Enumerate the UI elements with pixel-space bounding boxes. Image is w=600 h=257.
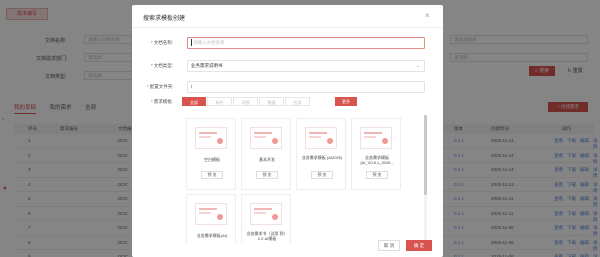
template-name: 空白模板 (204, 157, 220, 162)
category-tab-detail[interactable]: 详细 (233, 97, 258, 106)
create-from-template-dialog: 搜索求模板创建 × *文档名称: 请输入文档名称 *文档类型: 业务需求说明书 ⌄… (132, 5, 443, 257)
template-thumbnail (250, 203, 282, 225)
template-card[interactable]: 业务需求书（试用 到）2.0 AI模板预 览 (241, 194, 291, 243)
template-card[interactable]: 业务需求模板(AI)预 览 (186, 194, 236, 243)
template-card[interactable]: 基本开发预 览 (241, 118, 291, 190)
chevron-down-icon: ⌄ (415, 63, 420, 69)
template-card[interactable]: 空白模板预 览 (186, 118, 236, 190)
scrollbar-thumb[interactable] (424, 115, 427, 195)
save-path-label: *配置文件夹: (147, 84, 174, 89)
preview-button[interactable]: 预 览 (311, 171, 333, 179)
doc-name-label: *文档名称: (151, 40, 174, 45)
template-thumbnail (250, 127, 282, 149)
more-categories-button[interactable]: 更多 (335, 97, 357, 106)
style-label: *需求模板: (151, 99, 174, 104)
text-cursor (191, 39, 192, 47)
template-grid: 空白模板预 览基本开发预 览业务需求模板 (AI2025) 预 览业务需求模板 (… (182, 112, 429, 243)
template-name: 业务需求书（试用 到）2.0 AI模板 (246, 231, 288, 241)
divider (132, 27, 443, 28)
template-name: 业务需求模板(AI) (196, 233, 228, 238)
template-card[interactable]: 业务需求模板 (AI2025) 预 览 (296, 118, 346, 190)
confirm-button[interactable]: 确 定 (406, 240, 432, 251)
category-tab-app[interactable]: 应用 (285, 97, 310, 106)
preview-button[interactable]: 预 览 (256, 171, 278, 179)
preview-button[interactable]: 预 览 (201, 171, 223, 179)
doc-type-select[interactable]: 业务需求说明书 ⌄ (187, 60, 425, 72)
cancel-button[interactable]: 取 消 (378, 240, 400, 251)
category-tab-software[interactable]: 软件 (207, 97, 232, 106)
dialog-title: 搜索求模板创建 (143, 16, 186, 22)
template-grid-scrollbar[interactable] (424, 115, 427, 241)
doc-name-input[interactable]: 请输入文档名称 (187, 37, 425, 49)
category-tab-all[interactable]: 全部 (182, 97, 206, 106)
template-thumbnail (195, 127, 227, 149)
template-thumbnail (195, 203, 227, 225)
save-path-input[interactable]: / (187, 81, 425, 93)
template-thumbnail (360, 127, 392, 149)
template-card[interactable]: 业务需求模板 (AI_V0.8.1_2025... 预 览 (351, 118, 401, 190)
template-name: 业务需求模板 (AI2025) (301, 155, 343, 160)
template-thumbnail (305, 127, 337, 149)
category-tab-data[interactable]: 数据 (259, 97, 284, 106)
close-icon[interactable]: × (425, 11, 430, 20)
template-name: 基本开发 (259, 157, 275, 162)
preview-button[interactable]: 预 览 (366, 171, 388, 179)
doc-type-label: *文档类型: (151, 63, 174, 68)
template-name: 业务需求模板 (AI_V0.8.1_2025... (360, 155, 394, 165)
